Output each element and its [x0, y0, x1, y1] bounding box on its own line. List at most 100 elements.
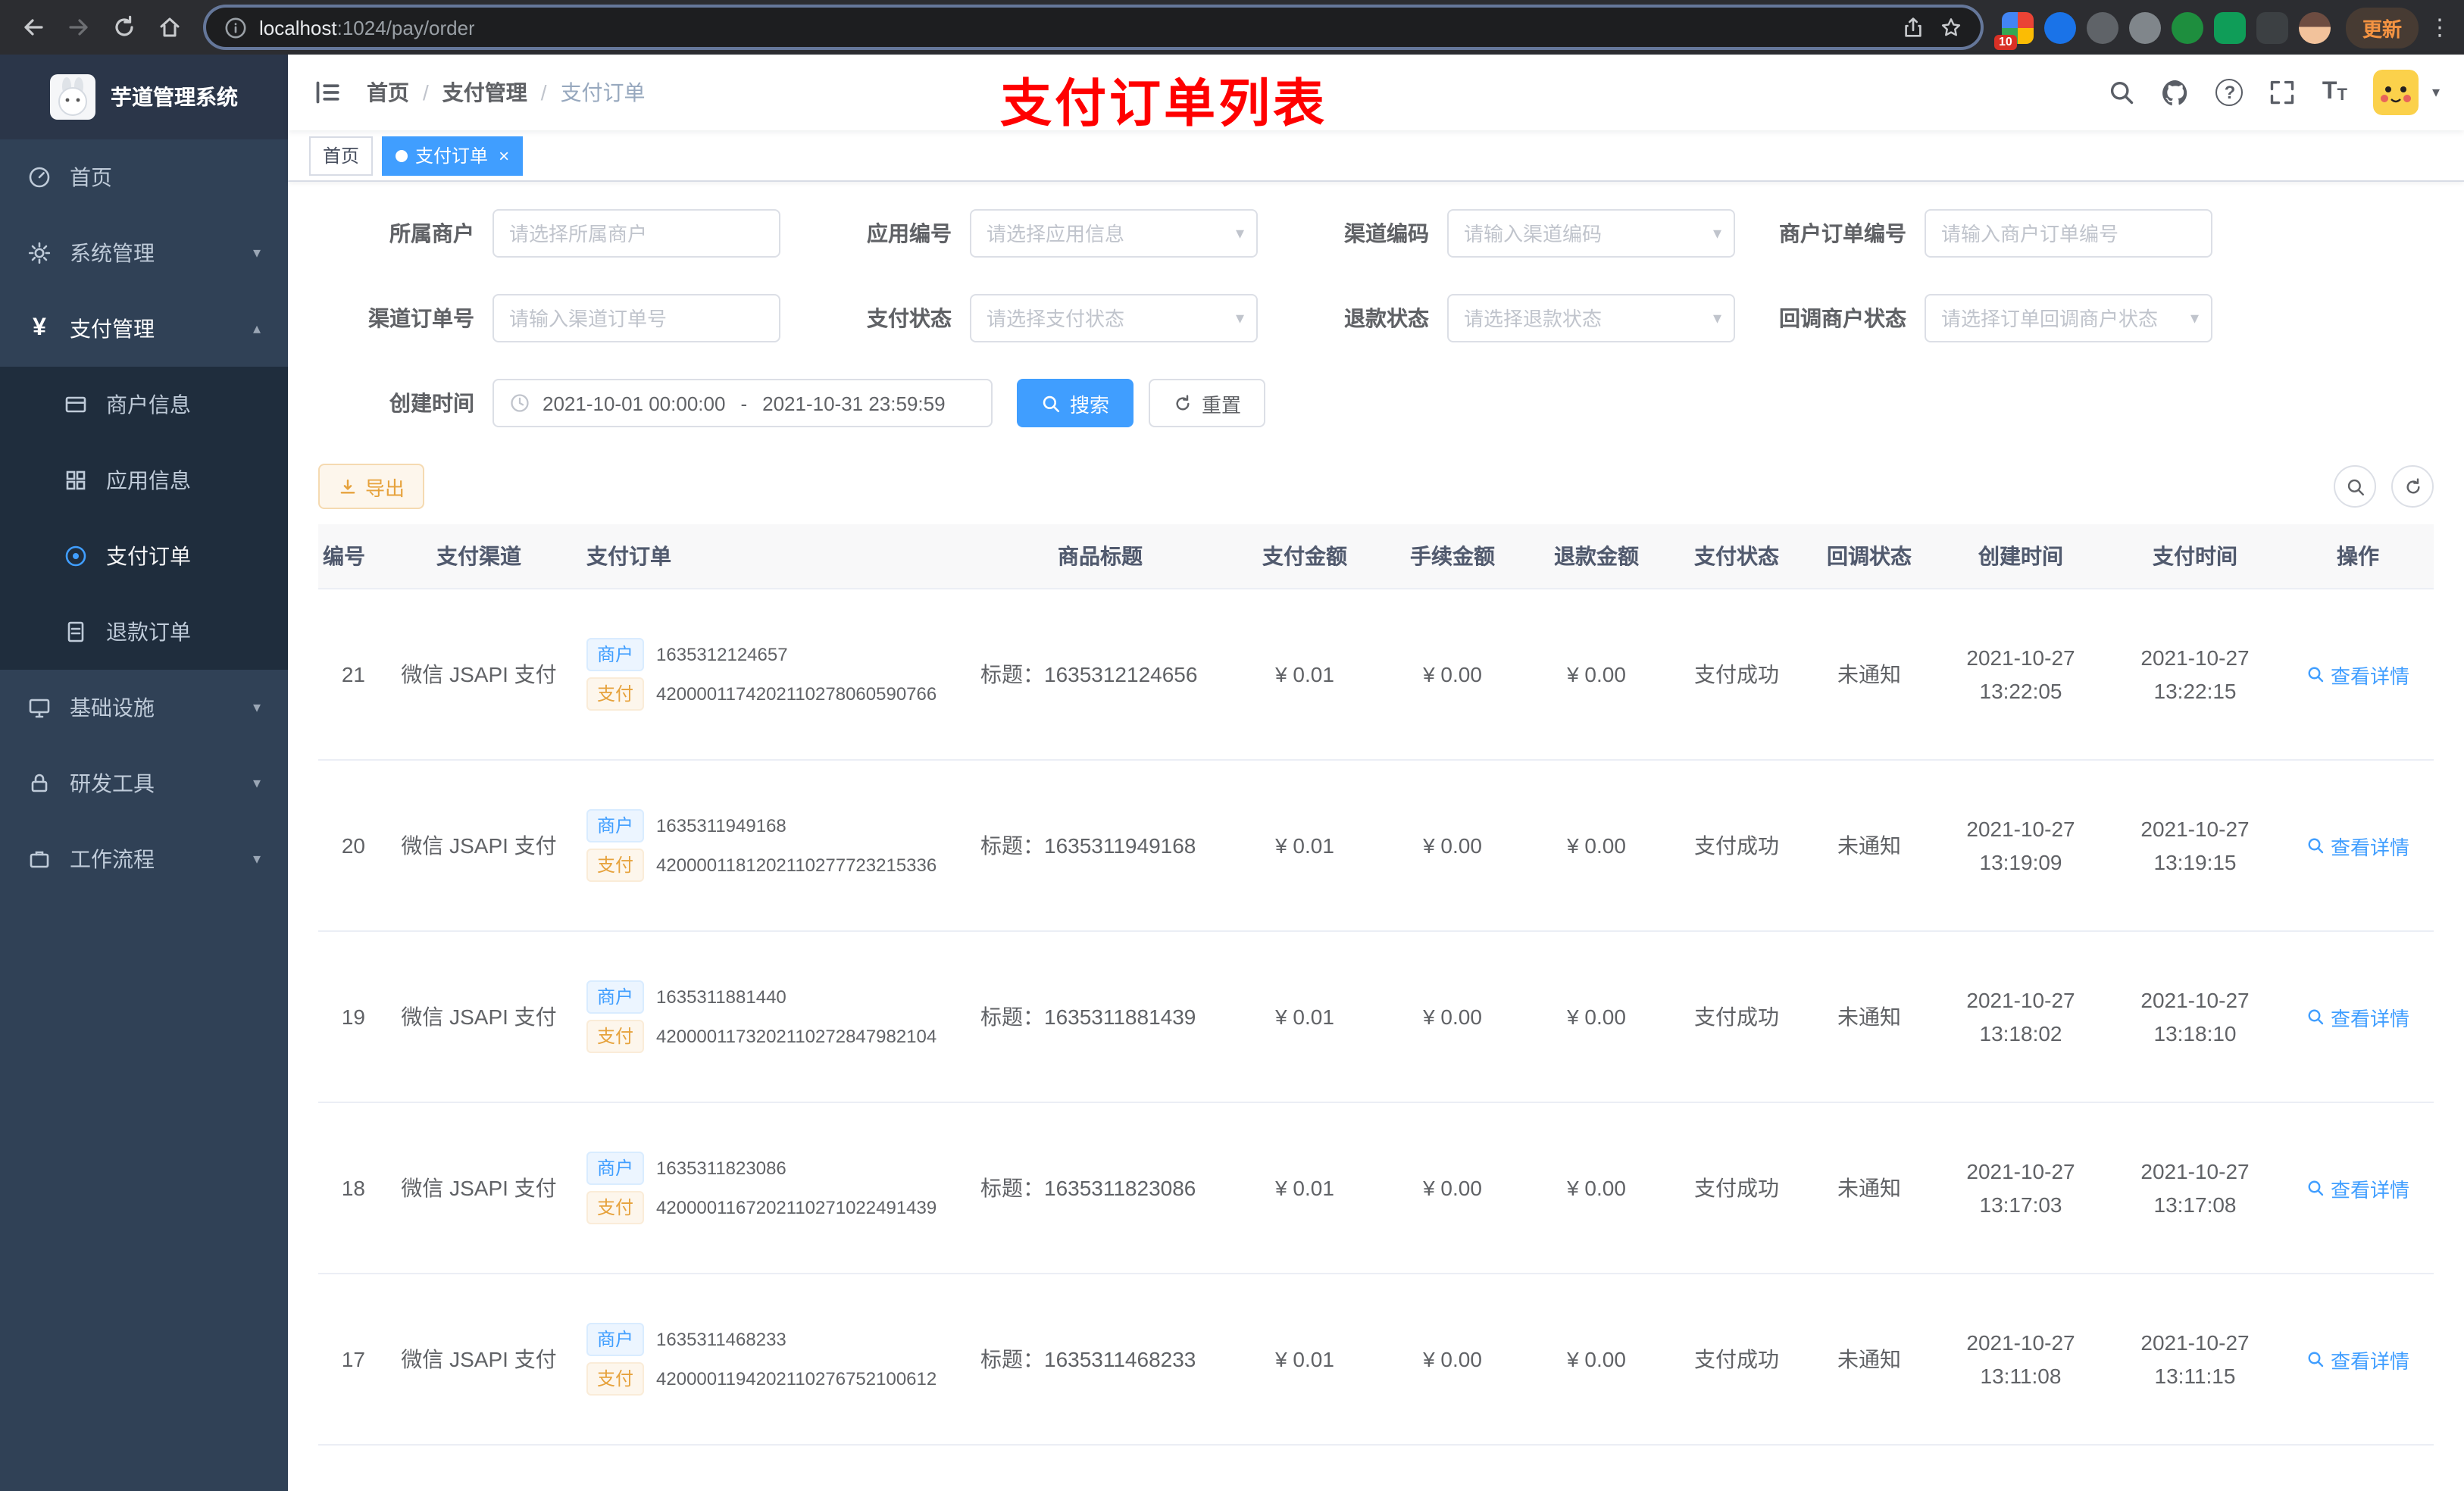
tab-home[interactable]: 首页 — [309, 136, 374, 175]
channel-code-input[interactable] — [1447, 209, 1735, 258]
extensions-icon[interactable]: 10 — [1993, 11, 2034, 49]
create-date: 2021-10-27 — [1966, 645, 2075, 670]
breadcrumb-home[interactable]: 首页 — [367, 77, 409, 108]
extension-circle2-icon[interactable] — [2128, 11, 2161, 43]
cell-pay-status: 支付成功 — [1668, 589, 1805, 761]
cell-channel — [380, 1445, 577, 1491]
view-detail-link[interactable]: 查看详情 — [2306, 660, 2409, 689]
user-caret-icon[interactable]: ▾ — [2432, 84, 2440, 101]
search-icon-button[interactable] — [2109, 79, 2136, 106]
export-button[interactable]: 导出 — [318, 464, 425, 509]
chevron-down-icon: ▾ — [252, 245, 261, 261]
logo-avatar — [50, 74, 95, 120]
sidebar-item-app-info[interactable]: 应用信息 — [0, 442, 288, 518]
pay-status-input[interactable] — [970, 294, 1258, 342]
extension-green-icon[interactable] — [2171, 11, 2203, 43]
search-button[interactable]: 搜索 — [1017, 379, 1134, 427]
cell-fee: ¥ 0.00 — [1381, 760, 1524, 932]
sidebar-item-devtools[interactable]: 研发工具 ▾ — [0, 746, 288, 821]
merchant-no: 1635311468233 — [656, 1329, 786, 1350]
github-icon-button[interactable] — [2162, 78, 2190, 107]
fontsize-icon-button[interactable]: TT — [2322, 80, 2347, 105]
refresh-table-button[interactable] — [2391, 465, 2434, 508]
sidebar-item-home[interactable]: 首页 — [0, 139, 288, 215]
cell-id: 19 — [318, 931, 380, 1103]
magnifier-icon — [2308, 838, 2324, 854]
sidebar-item-payment[interactable]: ¥ 支付管理 ▴ — [0, 291, 288, 367]
toggle-search-button[interactable] — [2334, 465, 2376, 508]
pay-tag: 支付 — [586, 849, 645, 882]
cell-refund: ¥ 0.00 — [1524, 589, 1668, 761]
sidebar-item-merchant-info[interactable]: 商户信息 — [0, 367, 288, 442]
info-icon[interactable] — [224, 16, 247, 39]
view-detail-link[interactable]: 查看详情 — [2306, 1002, 2409, 1031]
app-select[interactable]: ▾ — [970, 209, 1258, 258]
merchant-order-input[interactable] — [1925, 209, 2212, 258]
url-bar[interactable]: localhost:1024/pay/order — [206, 8, 1981, 47]
help-icon-button[interactable]: ? — [2215, 79, 2244, 106]
pay-order-target-icon — [64, 544, 88, 568]
dashboard-icon — [27, 165, 52, 189]
export-button-label: 导出 — [365, 477, 405, 499]
filter-label: 所属商户 — [389, 221, 474, 245]
extension-pin-icon[interactable] — [2256, 11, 2288, 43]
pay-no: 4200001167202110271022491439 — [656, 1197, 937, 1218]
merchant-order-field[interactable] — [1925, 209, 2212, 258]
view-detail-link[interactable]: 查看详情 — [2306, 831, 2409, 860]
cell-create-time: 2021-10-27 13:22:05 — [1934, 589, 2108, 761]
cell-channel: 微信 JSAPI 支付 — [380, 760, 577, 932]
home-button[interactable] — [149, 6, 191, 48]
extension-drop-icon[interactable] — [2043, 11, 2076, 43]
merchant-select[interactable] — [492, 209, 780, 258]
cell-actions: 查看详情 — [2282, 760, 2434, 932]
forward-button[interactable] — [58, 6, 100, 48]
sidebar-item-system[interactable]: 系统管理 ▾ — [0, 215, 288, 291]
col-id: 编号 — [318, 524, 380, 589]
sidebar-toggle-button[interactable] — [312, 77, 342, 108]
cell-pay-order: 商户 1635311357126 — [577, 1445, 971, 1491]
cell-refund: ¥ 0.00 — [1524, 1102, 1668, 1274]
view-detail-link[interactable]: 查看详情 — [2306, 1345, 2409, 1374]
tab-close-icon[interactable]: × — [499, 146, 509, 164]
channel-order-field[interactable] — [492, 294, 780, 342]
app-select-input[interactable] — [970, 209, 1258, 258]
back-button[interactable] — [12, 6, 55, 48]
extension-circle-icon[interactable] — [2086, 11, 2118, 43]
filter-row-3: 创建时间 2021-10-01 00:00:00 - 2021-10-31 23… — [318, 379, 2434, 427]
search-button-label: 搜索 — [1070, 393, 1110, 416]
sidebar-item-infra[interactable]: 基础设施 ▾ — [0, 670, 288, 746]
sidebar-item-pay-order[interactable]: 支付订单 — [0, 518, 288, 594]
view-detail-label: 查看详情 — [2330, 664, 2409, 687]
merchant-select-input[interactable] — [492, 209, 780, 258]
user-avatar[interactable] — [2372, 70, 2419, 115]
fullscreen-icon-button[interactable] — [2269, 79, 2297, 106]
extension-chat-icon[interactable] — [2213, 11, 2246, 43]
breadcrumb-payment[interactable]: 支付管理 — [442, 77, 527, 108]
sidebar-item-workflow[interactable]: 工作流程 ▾ — [0, 821, 288, 897]
cell-create-time: 2021-10-27 13:19:09 — [1934, 760, 2108, 932]
view-detail-label: 查看详情 — [2330, 1007, 2409, 1030]
view-detail-link[interactable]: 查看详情 — [2306, 1174, 2409, 1202]
tab-pay-order[interactable]: 支付订单 × — [382, 136, 524, 175]
channel-code-select[interactable]: ▾ — [1447, 209, 1735, 258]
share-icon[interactable] — [1902, 16, 1925, 39]
pay-status-select[interactable]: ▾ — [970, 294, 1258, 342]
channel-order-input[interactable] — [492, 294, 780, 342]
cell-pay-time: 2021-10-27 13:19:15 — [2108, 760, 2282, 932]
sidebar-logo[interactable]: 芋道管理系统 — [0, 55, 288, 139]
reset-button[interactable]: 重置 — [1149, 379, 1266, 427]
notify-status-input[interactable] — [1925, 294, 2212, 342]
browser-profile-avatar[interactable] — [2298, 11, 2331, 43]
refund-status-select[interactable]: ▾ — [1447, 294, 1735, 342]
search-icon — [2347, 478, 2363, 495]
sidebar-item-refund-order[interactable]: 退款订单 — [0, 594, 288, 670]
pay-tag: 支付 — [586, 1020, 645, 1053]
update-button[interactable]: 更新 — [2345, 7, 2419, 48]
browser-menu-button[interactable]: ⋮ — [2428, 14, 2452, 41]
refund-status-input[interactable] — [1447, 294, 1735, 342]
bookmark-star-icon[interactable] — [1940, 16, 1962, 39]
notify-status-select[interactable]: ▾ — [1925, 294, 2212, 342]
date-range-picker[interactable]: 2021-10-01 00:00:00 - 2021-10-31 23:59:5… — [492, 379, 993, 427]
refresh-button[interactable] — [103, 6, 145, 48]
table-row: 17 微信 JSAPI 支付 商户 1635311468233 支付 42000… — [318, 1274, 2434, 1446]
